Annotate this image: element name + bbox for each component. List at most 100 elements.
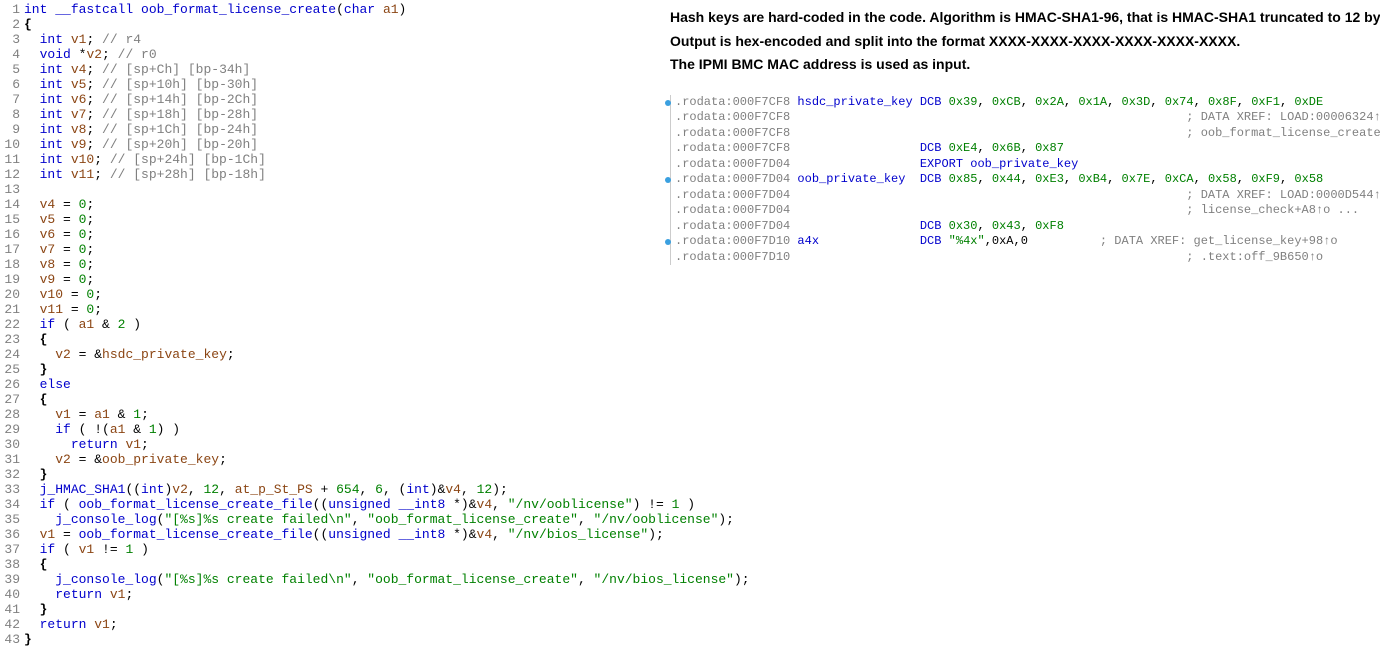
code-line[interactable]: 34 if ( oob_format_license_create_file((… <box>0 497 660 512</box>
code-line[interactable]: 37 if ( v1 != 1 ) <box>0 542 660 557</box>
disasm-line[interactable]: .rodata:000F7CF8 DCB 0xE4, 0x6B, 0x87 <box>675 141 1380 157</box>
disasm-line[interactable]: .rodata:000F7D04 ; DATA XREF: LOAD:0000D… <box>675 188 1380 204</box>
code-line[interactable]: 11 int v10; // [sp+24h] [bp-1Ch] <box>0 152 660 167</box>
code-line[interactable]: 25 } <box>0 362 660 377</box>
code-line[interactable]: 5 int v4; // [sp+Ch] [bp-34h] <box>0 62 660 77</box>
line-number[interactable]: 19 <box>0 272 22 287</box>
decompiler-view[interactable]: 1int __fastcall oob_format_license_creat… <box>0 0 660 655</box>
line-number[interactable]: 1 <box>0 2 22 17</box>
breakpoint-dot-icon[interactable] <box>665 100 671 106</box>
code-line[interactable]: 6 int v5; // [sp+10h] [bp-30h] <box>0 77 660 92</box>
line-number[interactable]: 11 <box>0 152 22 167</box>
code-line[interactable]: 32 } <box>0 467 660 482</box>
line-number[interactable]: 12 <box>0 167 22 182</box>
code-line[interactable]: 21 v11 = 0; <box>0 302 660 317</box>
line-number[interactable]: 37 <box>0 542 22 557</box>
disassembly-view[interactable]: .rodata:000F7CF8 hsdc_private_key DCB 0x… <box>670 95 1380 266</box>
code-line[interactable]: 12 int v11; // [sp+28h] [bp-18h] <box>0 167 660 182</box>
line-number[interactable]: 34 <box>0 497 22 512</box>
code-line[interactable]: 43} <box>0 632 660 647</box>
line-number[interactable]: 31 <box>0 452 22 467</box>
disasm-line[interactable]: .rodata:000F7CF8 ; oob_format_license_cr… <box>675 126 1380 142</box>
line-number[interactable]: 16 <box>0 227 22 242</box>
disasm-line[interactable]: .rodata:000F7D04 EXPORT oob_private_key <box>675 157 1380 173</box>
line-number[interactable]: 9 <box>0 122 22 137</box>
code-line[interactable]: 36 v1 = oob_format_license_create_file((… <box>0 527 660 542</box>
code-line[interactable]: 3 int v1; // r4 <box>0 32 660 47</box>
line-number[interactable]: 20 <box>0 287 22 302</box>
code-line[interactable]: 18 v8 = 0; <box>0 257 660 272</box>
line-number[interactable]: 41 <box>0 602 22 617</box>
code-line[interactable]: 7 int v6; // [sp+14h] [bp-2Ch] <box>0 92 660 107</box>
code-line[interactable]: 16 v6 = 0; <box>0 227 660 242</box>
code-line[interactable]: 41 } <box>0 602 660 617</box>
line-number[interactable]: 29 <box>0 422 22 437</box>
code-line[interactable]: 38 { <box>0 557 660 572</box>
line-number[interactable]: 28 <box>0 407 22 422</box>
line-number[interactable]: 39 <box>0 572 22 587</box>
code-line[interactable]: 4 void *v2; // r0 <box>0 47 660 62</box>
code-line[interactable]: 15 v5 = 0; <box>0 212 660 227</box>
line-number[interactable]: 38 <box>0 557 22 572</box>
breakpoint-dot-icon[interactable] <box>665 239 671 245</box>
line-number[interactable]: 23 <box>0 332 22 347</box>
line-number[interactable]: 26 <box>0 377 22 392</box>
line-number[interactable]: 18 <box>0 257 22 272</box>
line-number[interactable]: 4 <box>0 47 22 62</box>
code-line[interactable]: 33 j_HMAC_SHA1((int)v2, 12, at_p_St_PS +… <box>0 482 660 497</box>
code-line[interactable]: 8 int v7; // [sp+18h] [bp-28h] <box>0 107 660 122</box>
code-line[interactable]: 17 v7 = 0; <box>0 242 660 257</box>
code-line[interactable]: 22 if ( a1 & 2 ) <box>0 317 660 332</box>
line-number[interactable]: 17 <box>0 242 22 257</box>
code-line[interactable]: 30 return v1; <box>0 437 660 452</box>
code-line[interactable]: 13 <box>0 182 660 197</box>
code-line[interactable]: 40 return v1; <box>0 587 660 602</box>
line-number[interactable]: 6 <box>0 77 22 92</box>
code-line[interactable]: 2{ <box>0 17 660 32</box>
line-number[interactable]: 15 <box>0 212 22 227</box>
code-line[interactable]: 31 v2 = &oob_private_key; <box>0 452 660 467</box>
code-line[interactable]: 26 else <box>0 377 660 392</box>
line-number[interactable]: 2 <box>0 17 22 32</box>
code-line[interactable]: 20 v10 = 0; <box>0 287 660 302</box>
line-number[interactable]: 33 <box>0 482 22 497</box>
code-line[interactable]: 39 j_console_log("[%s]%s create failed\n… <box>0 572 660 587</box>
code-line[interactable]: 29 if ( !(a1 & 1) ) <box>0 422 660 437</box>
disasm-line[interactable]: .rodata:000F7CF8 hsdc_private_key DCB 0x… <box>675 95 1380 111</box>
line-number[interactable]: 13 <box>0 182 22 197</box>
line-number[interactable]: 7 <box>0 92 22 107</box>
disasm-line[interactable]: .rodata:000F7D10 ; .text:off_9B650↑o <box>675 250 1380 266</box>
code-line[interactable]: 14 v4 = 0; <box>0 197 660 212</box>
code-line[interactable]: 1int __fastcall oob_format_license_creat… <box>0 2 660 17</box>
code-line[interactable]: 9 int v8; // [sp+1Ch] [bp-24h] <box>0 122 660 137</box>
line-number[interactable]: 27 <box>0 392 22 407</box>
code-line[interactable]: 10 int v9; // [sp+20h] [bp-20h] <box>0 137 660 152</box>
code-line[interactable]: 23 { <box>0 332 660 347</box>
line-number[interactable]: 25 <box>0 362 22 377</box>
line-number[interactable]: 3 <box>0 32 22 47</box>
code-line[interactable]: 24 v2 = &hsdc_private_key; <box>0 347 660 362</box>
line-number[interactable]: 8 <box>0 107 22 122</box>
code-line[interactable]: 42 return v1; <box>0 617 660 632</box>
line-number[interactable]: 22 <box>0 317 22 332</box>
line-number[interactable]: 42 <box>0 617 22 632</box>
line-number[interactable]: 21 <box>0 302 22 317</box>
line-number[interactable]: 36 <box>0 527 22 542</box>
line-number[interactable]: 10 <box>0 137 22 152</box>
code-line[interactable]: 28 v1 = a1 & 1; <box>0 407 660 422</box>
line-number[interactable]: 32 <box>0 467 22 482</box>
code-line[interactable]: 35 j_console_log("[%s]%s create failed\n… <box>0 512 660 527</box>
disasm-line[interactable]: .rodata:000F7D04 oob_private_key DCB 0x8… <box>675 172 1380 188</box>
line-number[interactable]: 43 <box>0 632 22 647</box>
disasm-line[interactable]: .rodata:000F7D10 a4x DCB "%4x",0xA,0 ; D… <box>675 234 1380 250</box>
code-line[interactable]: 27 { <box>0 392 660 407</box>
line-number[interactable]: 24 <box>0 347 22 362</box>
line-number[interactable]: 14 <box>0 197 22 212</box>
breakpoint-dot-icon[interactable] <box>665 177 671 183</box>
line-number[interactable]: 30 <box>0 437 22 452</box>
disasm-line[interactable]: .rodata:000F7D04 DCB 0x30, 0x43, 0xF8 <box>675 219 1380 235</box>
line-number[interactable]: 35 <box>0 512 22 527</box>
line-number[interactable]: 40 <box>0 587 22 602</box>
disasm-line[interactable]: .rodata:000F7CF8 ; DATA XREF: LOAD:00006… <box>675 110 1380 126</box>
line-number[interactable]: 5 <box>0 62 22 77</box>
